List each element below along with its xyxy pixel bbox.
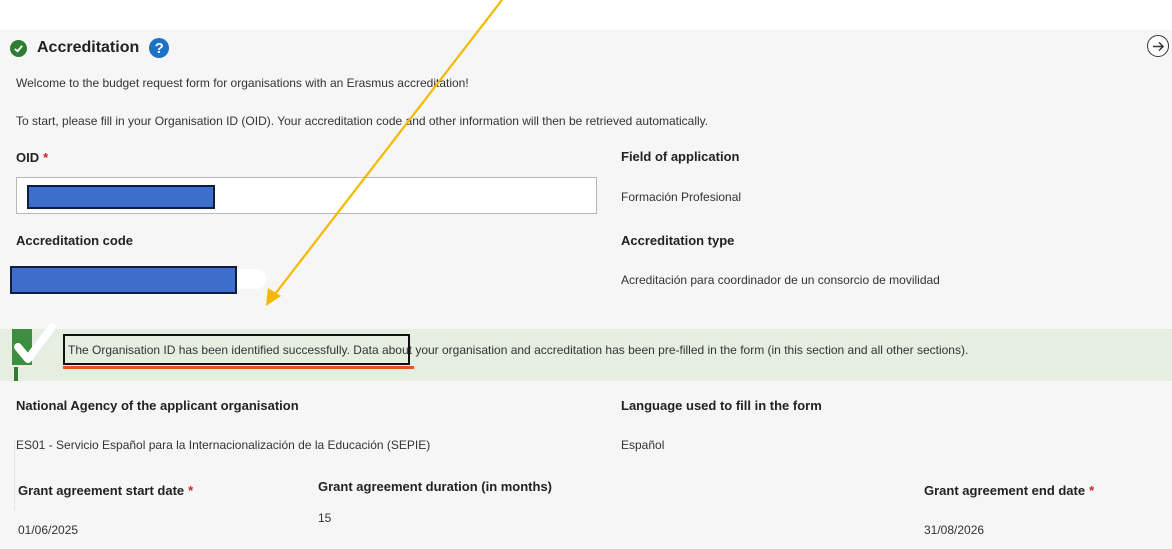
annotation-arrow	[266, 0, 503, 306]
